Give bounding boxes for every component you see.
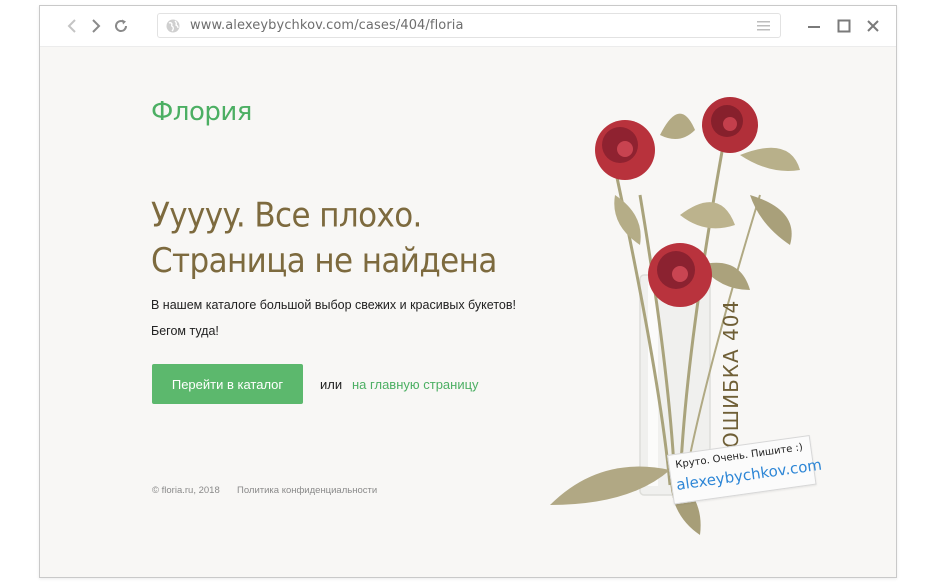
reload-button[interactable]	[111, 15, 131, 37]
error-description: В нашем каталоге большой выбор свежих и …	[151, 292, 516, 344]
back-button[interactable]	[62, 15, 82, 37]
go-to-catalog-button[interactable]: Перейти в каталог	[152, 364, 303, 404]
footer-copyright: © floria.ru, 2018	[152, 485, 220, 496]
minimize-icon[interactable]	[806, 18, 822, 34]
browser-window: www.alexeybychkov.com/cases/404/floria Ф…	[39, 5, 897, 578]
vase-error-label: ОШИБКА 404	[719, 299, 743, 448]
description-line-2: Бегом туда!	[151, 324, 219, 338]
chevron-left-icon	[67, 19, 76, 33]
or-text: или	[320, 377, 343, 392]
chevron-right-icon	[92, 19, 101, 33]
description-line-1: В нашем каталоге большой выбор свежих и …	[151, 298, 516, 312]
maximize-icon[interactable]	[836, 18, 852, 34]
url-text: www.alexeybychkov.com/cases/404/floria	[190, 18, 464, 33]
privacy-policy-link[interactable]: Политика конфиденциальности	[237, 485, 377, 496]
close-icon[interactable]	[865, 18, 881, 34]
globe-icon	[166, 19, 180, 33]
address-bar[interactable]: www.alexeybychkov.com/cases/404/floria	[157, 13, 781, 38]
browser-toolbar: www.alexeybychkov.com/cases/404/floria	[40, 6, 896, 47]
error-heading: Уyyyy. Все плохо. Страница не найдена	[151, 193, 497, 284]
page-content: Флория Уyyyy. Все плохо. Страница не най…	[40, 47, 896, 577]
reload-icon	[115, 19, 128, 32]
menu-icon[interactable]	[757, 20, 770, 32]
heading-line-2: Страница не найдена	[151, 241, 497, 281]
home-page-link[interactable]: на главную страницу	[352, 377, 479, 392]
site-logo[interactable]: Флория	[151, 97, 252, 127]
forward-button[interactable]	[86, 15, 106, 37]
heading-line-1: Уyyyy. Все плохо.	[151, 196, 422, 236]
